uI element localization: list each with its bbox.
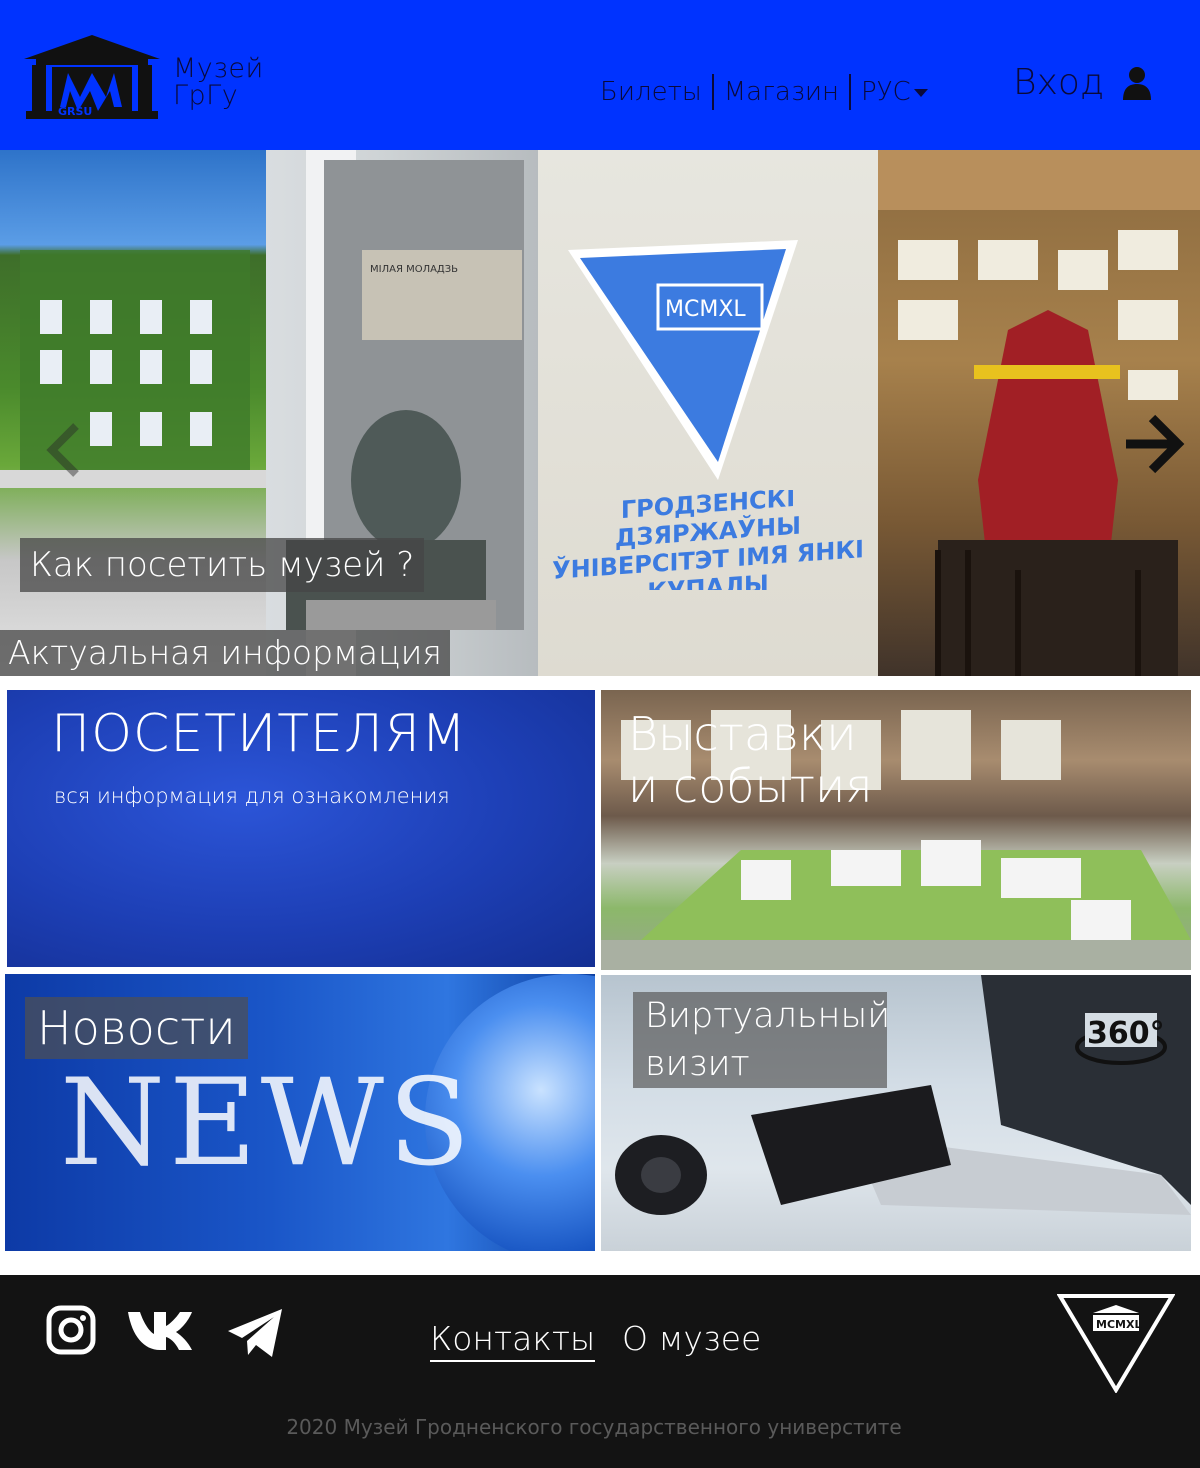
nav-shop[interactable]: Магазин	[714, 77, 849, 107]
hero-slider: МІЛАЯ МОЛАДЗЬ MCMXL ГРОДЗЕНСКІ ДЗЯРЖАЎНЫ…	[0, 150, 1200, 676]
tile-virtual-visit[interactable]: 360° Виртуальный визит	[601, 975, 1191, 1251]
emblem-caption: ГРОДЗЕНСКІ ДЗЯРЖАЎНЫ ЎНІВЕРСІТЭТ ІМЯ ЯНК…	[552, 490, 864, 590]
telegram-icon[interactable]	[226, 1307, 286, 1359]
tile-virtual-title-line1: Виртуальный	[645, 996, 891, 1036]
footer-logo-text: MCMXL	[1096, 1318, 1141, 1331]
tile-exhibitions-title-line2: и события	[628, 759, 873, 813]
news-image-word: NEWS	[60, 1054, 475, 1193]
language-label: РУС	[861, 77, 911, 107]
footer-link-about[interactable]: О музее	[622, 1319, 761, 1358]
login-button[interactable]: Вход	[1013, 62, 1152, 103]
hero-image-emblem: MCMXL ГРОДЗЕНСКІ ДЗЯРЖАЎНЫ ЎНІВЕРСІТЭТ І…	[538, 150, 878, 676]
hero-caption-actual[interactable]: Актуальная информация	[0, 630, 450, 676]
slider-next-arrow-icon[interactable]	[1122, 412, 1188, 476]
tile-exhibitions[interactable]: Выставки и события	[601, 690, 1191, 970]
360-view-icon: 360°	[1075, 1013, 1167, 1065]
monument-text: МІЛАЯ МОЛАДЗЬ	[370, 264, 458, 275]
emblem-text: MCMXL	[665, 297, 746, 322]
login-label: Вход	[1013, 62, 1105, 103]
tile-exhibitions-title-line1: Выставки	[628, 707, 857, 761]
tile-exhibitions-title: Выставки и события	[628, 708, 872, 812]
museum-logo[interactable]: GRSU	[22, 33, 162, 123]
footer-link-contacts[interactable]: Контакты	[430, 1319, 596, 1362]
hero-caption-visit[interactable]: Как посетить музей ?	[20, 538, 425, 592]
slider-prev-arrow-icon[interactable]	[42, 420, 82, 480]
nav-tickets[interactable]: Билеты	[600, 77, 712, 107]
instagram-icon[interactable]	[46, 1305, 96, 1355]
copyright-text: 2020 Музей Гродненского государственного…	[286, 1415, 902, 1439]
building-illustration	[0, 250, 266, 488]
museum-building-icon: GRSU	[24, 35, 160, 119]
monument-illustration: МІЛАЯ МОЛАДЗЬ	[286, 150, 524, 676]
brand-line-1: Музей	[173, 53, 264, 84]
brand-name[interactable]: Музей ГрГу	[173, 55, 264, 109]
tile-visitors-subtitle: вся информация для ознакомления	[54, 784, 450, 808]
logo-text: GRSU	[58, 105, 92, 118]
tile-virtual-title-line2: визит	[645, 1044, 750, 1084]
tile-visitors-title: ПОСЕТИТЕЛЯМ	[51, 704, 467, 764]
tile-news[interactable]: NEWS Новости	[5, 974, 595, 1251]
vk-icon[interactable]	[126, 1308, 194, 1352]
user-icon	[1123, 66, 1152, 100]
tile-virtual-visit-title: Виртуальный визит	[633, 992, 891, 1088]
brand-line-2: ГрГу	[173, 80, 239, 111]
hero-image-monument: МІЛАЯ МОЛАДЗЬ	[266, 150, 538, 676]
site-footer: Контакты О музее MCMXL 2020 Музей Гродне…	[0, 1275, 1200, 1468]
360-badge-text: 360°	[1087, 1016, 1165, 1051]
hero-image-building	[0, 150, 266, 676]
main-nav: Билеты Магазин РУС	[600, 72, 938, 112]
site-header: GRSU Музей ГрГу Билеты Магазин РУС Вход	[0, 0, 1200, 150]
language-selector[interactable]: РУС	[851, 77, 938, 107]
emblem-illustration: MCMXL ГРОДЗЕНСКІ ДЗЯРЖАЎНЫ ЎНІВЕРСІТЭТ І…	[552, 240, 864, 590]
tile-news-title: Новости	[25, 997, 248, 1059]
tile-visitors[interactable]: ПОСЕТИТЕЛЯМ вся информация для ознакомле…	[7, 690, 595, 967]
university-emblem-icon[interactable]: MCMXL	[1057, 1293, 1175, 1393]
caret-down-icon	[913, 88, 928, 97]
